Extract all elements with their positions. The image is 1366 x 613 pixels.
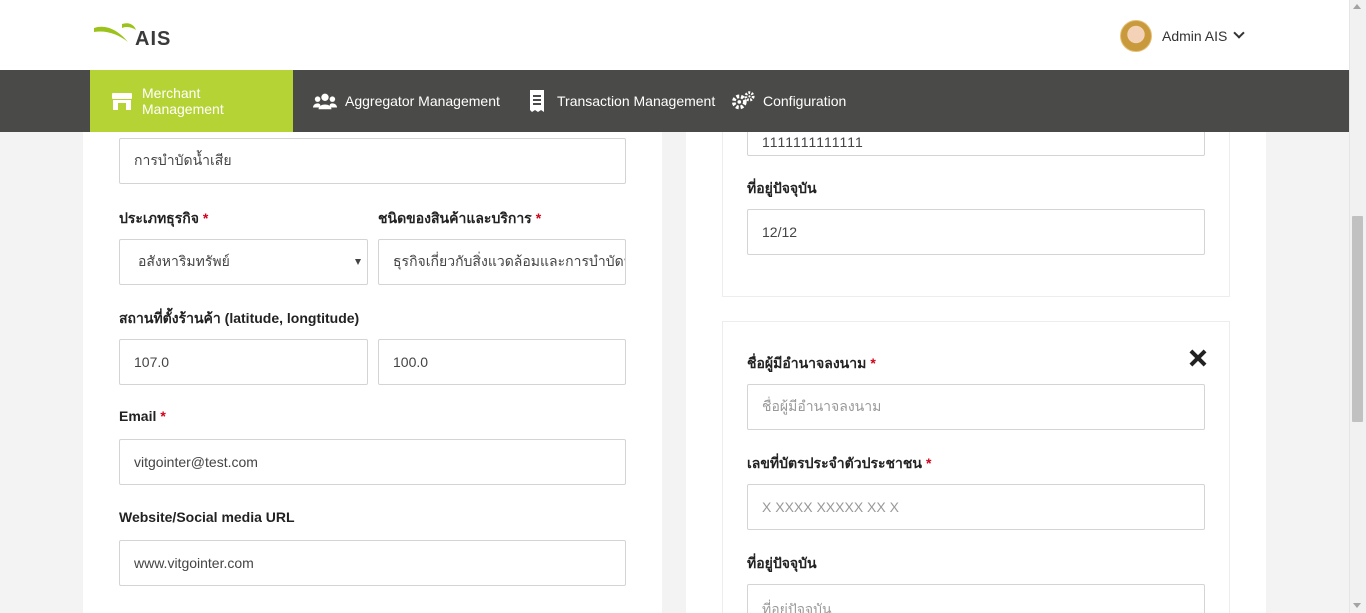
scroll-down-icon[interactable] <box>1353 603 1361 608</box>
address-label: ที่อยู่ปัจจุบัน <box>747 180 817 196</box>
nav-merchant-management[interactable]: Merchant Management <box>90 70 293 132</box>
required-mark: * <box>870 355 876 371</box>
business-type-label-text: ประเภทธุรกิจ <box>119 210 199 226</box>
address-field[interactable]: 12/12 <box>747 209 1205 255</box>
gears-icon <box>731 91 755 111</box>
nav-aggregator-management[interactable]: Aggregator Management <box>293 70 520 132</box>
signatory-name-label: ชื่อผู้มีอำนาจลงนาม * <box>747 353 876 375</box>
product-type-label: ชนิดของสินค้าและบริการ * <box>378 208 541 230</box>
email-label-text: Email <box>119 408 157 424</box>
signatory-address-field[interactable]: ที่อยู่ปัจจุบัน <box>747 584 1205 613</box>
signatory-id-label: เลขที่บัตรประจำตัวประชาชน * <box>747 453 931 475</box>
email-label: Email * <box>119 408 166 424</box>
website-label: Website/Social media URL <box>119 509 295 525</box>
signatory-id-label-text: เลขที่บัตรประจำตัวประชาชน <box>747 455 922 471</box>
signatory-name-label-text: ชื่อผู้มีอำนาจลงนาม <box>747 355 867 371</box>
scroll-up-icon[interactable] <box>1353 4 1361 9</box>
nav-transaction-management-label: Transaction Management <box>557 93 716 109</box>
chevron-down-icon[interactable] <box>1233 27 1246 39</box>
scrollbar-thumb[interactable] <box>1352 216 1363 422</box>
email-field[interactable]: vitgointer@test.com <box>119 439 626 485</box>
website-field[interactable]: www.vitgointer.com <box>119 540 626 586</box>
user-menu[interactable]: Admin AIS <box>1120 20 1246 52</box>
nav-configuration-label: Configuration <box>763 93 847 109</box>
main-nav: Merchant Management Aggregator Managemen… <box>0 70 1349 132</box>
longitude-field[interactable]: 100.0 <box>378 339 626 385</box>
nav-aggregator-management-label: Aggregator Management <box>345 93 500 109</box>
top-header: AIS Admin AIS <box>0 0 1349 70</box>
business-type-label: ประเภทธุรกิจ * <box>119 208 208 230</box>
nav-transaction-management[interactable]: Transaction Management <box>505 70 735 132</box>
close-icon[interactable] <box>1189 349 1207 367</box>
signatory-id-field[interactable]: X XXXX XXXXX XX X <box>747 484 1205 530</box>
ais-logo[interactable]: AIS <box>92 20 182 52</box>
users-icon <box>313 91 337 111</box>
signatory-address-label: ที่อยู่ปัจจุบัน <box>747 555 817 571</box>
latitude-field[interactable]: 107.0 <box>119 339 368 385</box>
nav-merchant-management-label: Merchant Management <box>142 85 224 117</box>
business-type-select[interactable]: อสังหาริมทรัพย์ <box>119 239 368 285</box>
location-label: สถานที่ตั้งร้านค้า (latitude, longtitude… <box>119 310 360 326</box>
nav-configuration[interactable]: Configuration <box>711 70 866 132</box>
logo-text: AIS <box>135 28 172 50</box>
product-type-field[interactable]: ธุรกิจเกี่ยวกับสิ่งแวดล้อมและการบำบัดน้ำ… <box>378 239 626 285</box>
business-description-field[interactable]: การบำบัดน้ำเสีย <box>119 138 626 184</box>
signatory-name-field[interactable]: ชื่อผู้มีอำนาจลงนาม <box>747 384 1205 430</box>
required-mark: * <box>535 210 542 226</box>
user-name[interactable]: Admin AIS <box>1162 28 1227 44</box>
store-icon <box>110 91 134 111</box>
required-mark: * <box>925 455 932 471</box>
business-type-value: อสังหาริมทรัพย์ <box>138 253 230 269</box>
required-mark: * <box>160 408 166 424</box>
product-type-label-text: ชนิดของสินค้าและบริการ <box>378 210 532 226</box>
select-arrow-icon <box>355 259 361 265</box>
avatar[interactable] <box>1120 20 1152 52</box>
receipt-icon <box>525 90 549 112</box>
required-mark: * <box>202 210 209 226</box>
